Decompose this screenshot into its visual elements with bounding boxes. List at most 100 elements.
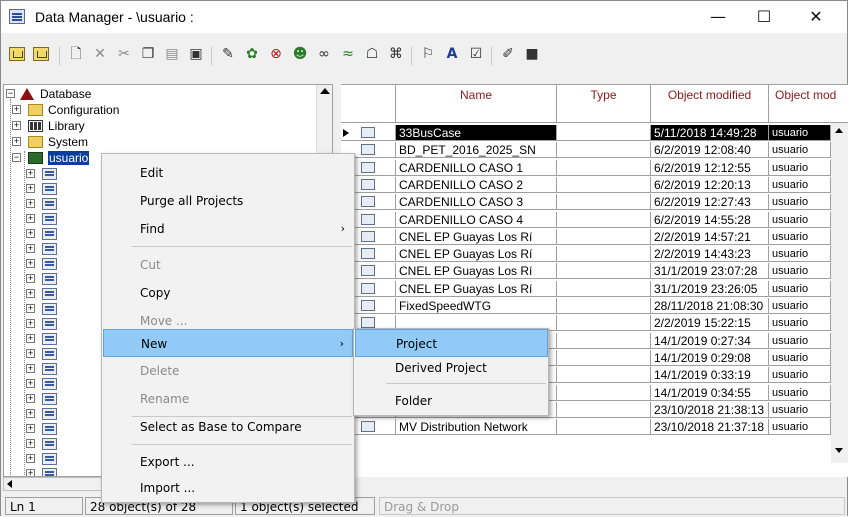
check-icon[interactable]: ☑ [467, 45, 485, 63]
expand-icon[interactable]: + [12, 105, 21, 114]
expand-icon[interactable]: + [26, 424, 35, 433]
menu-item-export[interactable]: Export ... [103, 448, 353, 476]
user-icon[interactable]: ☻ [291, 45, 309, 63]
table-row[interactable]: CARDENILLO CASO 4 6/2/2019 14:55:28 usuari… [341, 211, 831, 228]
expand-icon[interactable]: + [12, 121, 21, 130]
folder-root-icon[interactable] [33, 47, 49, 61]
tree-node-database[interactable]: − Database [4, 87, 304, 101]
table-row[interactable]: CNEL EP Guayas Los Rí 31/1/2019 23:07:28 u… [341, 263, 831, 280]
expand-icon[interactable]: + [26, 289, 35, 298]
delete-icon[interactable]: ✕ [91, 45, 109, 63]
expand-icon[interactable]: + [26, 304, 35, 313]
table-row[interactable]: CARDENILLO CASO 3 6/2/2019 12:27:43 usuari… [341, 194, 831, 211]
cell-modified: 28/11/2018 21:08:30 [651, 298, 769, 314]
collapse-icon[interactable]: − [12, 153, 21, 162]
folder-up-icon[interactable] [9, 47, 25, 61]
expand-icon[interactable]: + [26, 409, 35, 418]
menu-item-copy[interactable]: Copy [103, 279, 353, 307]
table-row[interactable]: CNEL EP Guayas Los Rí 31/1/2019 23:26:05 u… [341, 280, 831, 297]
menu-item-new[interactable]: New › [103, 329, 353, 357]
table-row[interactable]: CNEL EP Guayas Los Rí 2/2/2019 14:57:21 us… [341, 228, 831, 245]
table-row[interactable]: CNEL EP Guayas Los Rí 2/2/2019 14:43:23 us… [341, 246, 831, 263]
tree-node-library[interactable]: + Library [4, 119, 304, 133]
expand-icon[interactable]: + [26, 199, 35, 208]
find-icon[interactable]: ⚐ [419, 45, 437, 63]
column-header-modified[interactable]: Object modified [651, 85, 769, 123]
table-row[interactable]: FixedSpeedWTG 28/11/2018 21:08:30 usuario [341, 298, 831, 314]
expand-icon[interactable]: + [26, 229, 35, 238]
expand-icon[interactable]: + [26, 319, 35, 328]
grid-vertical-scrollbar[interactable] [831, 123, 848, 463]
table-row[interactable]: CARDENILLO CASO 2 6/2/2019 12:20:13 usuari… [341, 176, 831, 193]
project-icon [361, 213, 375, 225]
minimize-button[interactable]: — [695, 1, 741, 33]
scroll-left-icon[interactable] [7, 480, 12, 488]
grid-header-corner [341, 85, 396, 123]
edit-icon[interactable]: ✎ [219, 45, 237, 63]
submenu-item-project[interactable]: Project [355, 329, 548, 357]
table-row[interactable]: CARDENILLO CASO 1 6/2/2019 12:12:55 usuari… [341, 159, 831, 176]
tree-node-label: Database [40, 87, 92, 101]
graph-icon[interactable]: ☖ [363, 45, 381, 63]
table-row[interactable]: MV Distribution Network 23/10/2018 21:37:… [341, 419, 831, 436]
expand-icon[interactable]: + [26, 214, 35, 223]
column-header-type[interactable]: Type [557, 85, 651, 123]
menu-item-label: Export ... [140, 455, 195, 469]
cell-type [557, 332, 651, 349]
font-icon[interactable]: A [443, 45, 461, 63]
cell-modified: 6/2/2019 12:20:13 [651, 176, 769, 193]
expand-icon[interactable]: + [26, 274, 35, 283]
open-icon[interactable]: ✐ [499, 45, 517, 63]
menu-item-import[interactable]: Import ... [103, 474, 353, 502]
print-icon[interactable]: ∞ [315, 45, 333, 63]
project-icon [361, 248, 375, 260]
column-header-name[interactable]: Name [396, 85, 557, 123]
maximize-button[interactable]: ☐ [741, 1, 787, 33]
expand-icon[interactable]: + [26, 244, 35, 253]
tree-node-system[interactable]: + System [4, 135, 304, 149]
expand-icon[interactable]: + [26, 169, 35, 178]
menu-item-find[interactable]: Find › [103, 215, 353, 243]
scroll-down-icon[interactable] [835, 448, 843, 453]
copy-icon[interactable]: ❐ [139, 45, 157, 63]
menu-item-select-as-base[interactable]: Select as Base to Compare [103, 413, 353, 441]
expand-icon[interactable]: + [26, 469, 35, 476]
stop-icon[interactable]: ⊗ [267, 45, 285, 63]
expand-icon[interactable]: + [26, 364, 35, 373]
expand-icon[interactable]: + [26, 394, 35, 403]
table-row[interactable]: 33BusCase 5/11/2018 14:49:28 usuario [341, 125, 831, 141]
expand-icon[interactable]: + [26, 454, 35, 463]
paste-special-icon[interactable]: ▣ [187, 45, 205, 63]
scroll-up-icon[interactable] [835, 128, 843, 133]
table-row[interactable]: BD_PET_2016_2025_SN 6/2/2019 12:08:40 usua… [341, 142, 831, 159]
close-button[interactable]: ✕ [793, 1, 839, 33]
expand-icon[interactable]: + [26, 184, 35, 193]
cell-name: CNEL EP Guayas Los Rí [396, 263, 557, 280]
expand-icon[interactable]: + [12, 137, 21, 146]
project-icon [42, 213, 57, 225]
title-bar: Data Manager - \usuario : — ☐ ✕ [1, 1, 847, 33]
menu-item-edit[interactable]: Edit [103, 159, 353, 187]
data-icon[interactable]: ✿ [243, 45, 261, 63]
cell-modified-by: usuario [769, 263, 831, 280]
menu-item-purge-all-projects[interactable]: Purge all Projects [103, 187, 353, 215]
paste-icon[interactable]: ▤ [163, 45, 181, 63]
expand-icon[interactable]: + [26, 349, 35, 358]
expand-icon[interactable]: + [26, 439, 35, 448]
column-header-modified-by[interactable]: Object mod [769, 85, 848, 123]
tree-node-label: Configuration [48, 103, 120, 117]
expand-icon[interactable]: + [26, 334, 35, 343]
expand-icon[interactable]: + [26, 379, 35, 388]
compare-icon[interactable]: ≈ [339, 45, 357, 63]
report-icon[interactable]: ⌘ [387, 45, 405, 63]
new-icon[interactable]: 🗋 [67, 45, 85, 63]
collapse-icon[interactable]: − [6, 89, 15, 98]
cell-name: CNEL EP Guayas Los Rí [396, 280, 557, 297]
submenu-item-folder[interactable]: Folder [355, 387, 548, 415]
submenu-item-derived-project[interactable]: Derived Project [355, 354, 548, 382]
expand-icon[interactable]: + [26, 259, 35, 268]
tree-node-configuration[interactable]: + Configuration [4, 103, 304, 117]
cut-icon[interactable]: ✂ [115, 45, 133, 63]
scroll-up-icon[interactable] [320, 88, 330, 94]
save-icon[interactable]: ■ [523, 45, 541, 63]
